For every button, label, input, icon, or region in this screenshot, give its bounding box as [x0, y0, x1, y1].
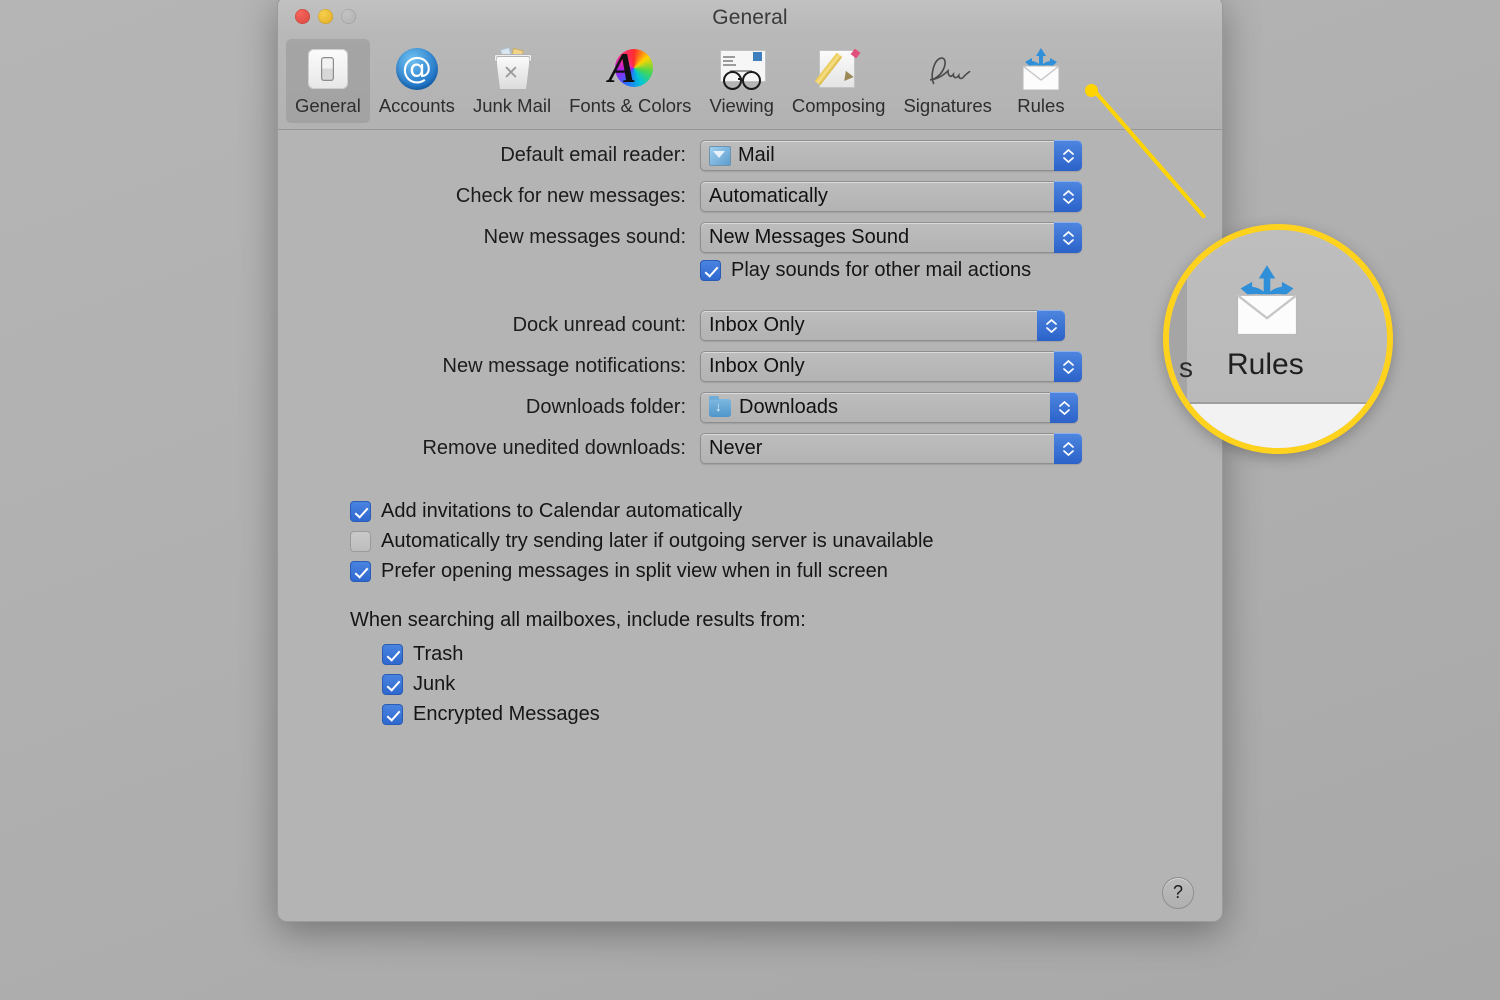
new-messages-sound-dropdown[interactable]: New Messages Sound: [700, 222, 1082, 253]
new-message-notifications-dropdown[interactable]: Inbox Only: [700, 351, 1082, 382]
setting-row-default-email-reader: Default email reader: Mail: [278, 140, 1222, 171]
label-downloads-folder: Downloads folder:: [525, 396, 686, 418]
magnified-rules-label: Rules: [1227, 348, 1304, 381]
options-group: Add invitations to Calendar automaticall…: [350, 500, 1222, 726]
rules-envelope-arrows-icon: [1014, 43, 1068, 95]
search-option-encrypted-row[interactable]: Encrypted Messages: [382, 703, 1222, 726]
dropdown-stepper-icon[interactable]: [1054, 222, 1082, 253]
mail-app-icon: [709, 145, 731, 166]
tab-fonts-colors-label: Fonts & Colors: [569, 95, 692, 116]
dropdown-stepper-icon[interactable]: [1054, 140, 1082, 171]
title-bar: General: [278, 0, 1222, 39]
remove-unedited-downloads-dropdown[interactable]: Never: [700, 433, 1082, 464]
play-sounds-label: Play sounds for other mail actions: [731, 259, 1032, 281]
option-add-invitations-row[interactable]: Add invitations to Calendar automaticall…: [350, 500, 1222, 523]
pencil-notepad-icon: [812, 43, 866, 95]
tab-rules-label: Rules: [1017, 95, 1065, 116]
setting-row-check-new-messages: Check for new messages: Automatically: [278, 181, 1222, 212]
signature-icon: [921, 43, 975, 95]
option-auto-send-later-row[interactable]: Automatically try sending later if outgo…: [350, 530, 1222, 553]
option-add-invitations-checkbox[interactable]: [350, 501, 371, 522]
tab-fonts-colors[interactable]: A Fonts & Colors: [560, 39, 700, 123]
dock-unread-count-dropdown[interactable]: Inbox Only: [700, 310, 1065, 341]
setting-row-downloads-folder: Downloads folder: Downloads: [278, 392, 1222, 423]
tab-junk-mail-label: Junk Mail: [472, 95, 552, 116]
label-new-messages-sound: New messages sound:: [483, 226, 686, 248]
preferences-toolbar: General @ Accounts ✕ Junk Mail A Fonts &…: [278, 39, 1222, 130]
label-check-new-messages: Check for new messages:: [455, 185, 686, 207]
general-preferences-pane: Default email reader: Mail Check for new…: [278, 130, 1222, 921]
option-split-view-row[interactable]: Prefer opening messages in split view wh…: [350, 560, 1222, 583]
search-options-group: Trash Junk Encrypted Messages: [382, 643, 1222, 726]
tab-accounts-label: Accounts: [378, 95, 455, 116]
play-sounds-checkbox-row[interactable]: Play sounds for other mail actions: [700, 259, 1222, 282]
search-option-trash-row[interactable]: Trash: [382, 643, 1222, 666]
tab-general[interactable]: General: [286, 39, 370, 123]
tab-composing[interactable]: Composing: [783, 39, 895, 123]
search-option-junk-checkbox[interactable]: [382, 674, 403, 695]
downloads-folder-value: Downloads: [739, 396, 838, 418]
new-messages-sound-value: New Messages Sound: [709, 226, 910, 248]
general-switch-icon: [301, 43, 355, 95]
search-option-junk-row[interactable]: Junk: [382, 673, 1222, 696]
search-section-label: When searching all mailboxes, include re…: [350, 609, 806, 631]
at-sign-icon: @: [390, 43, 444, 95]
option-split-view-checkbox[interactable]: [350, 561, 371, 582]
search-option-trash-label: Trash: [413, 643, 464, 665]
dock-unread-count-value: Inbox Only: [709, 314, 805, 336]
label-remove-unedited-downloads: Remove unedited downloads:: [422, 437, 686, 459]
tab-general-label: General: [295, 95, 361, 116]
default-email-reader-value: Mail: [738, 144, 775, 166]
play-sounds-checkbox[interactable]: [700, 260, 721, 281]
tab-viewing[interactable]: Viewing: [700, 39, 782, 123]
window-title: General: [712, 6, 788, 29]
magnified-partial-signatures-label: s: [1179, 352, 1193, 383]
tab-signatures[interactable]: Signatures: [894, 39, 1000, 123]
setting-row-new-message-notifications: New message notifications: Inbox Only: [278, 351, 1222, 382]
dropdown-stepper-icon[interactable]: [1050, 392, 1078, 423]
glasses-letter-icon: [715, 43, 769, 95]
dropdown-stepper-icon[interactable]: [1037, 310, 1065, 341]
rules-tab-magnifier-callout: s Rules: [1163, 224, 1393, 454]
setting-row-new-messages-sound: New messages sound: New Messages Sound: [278, 222, 1222, 253]
default-email-reader-dropdown[interactable]: Mail: [700, 140, 1082, 171]
help-button[interactable]: ?: [1162, 877, 1194, 909]
new-message-notifications-value: Inbox Only: [709, 355, 805, 377]
tab-composing-label: Composing: [791, 95, 886, 116]
font-color-wheel-icon: A: [603, 43, 657, 95]
tab-signatures-label: Signatures: [903, 95, 992, 116]
dropdown-stepper-icon[interactable]: [1054, 181, 1082, 212]
search-option-junk-label: Junk: [413, 673, 456, 695]
setting-row-dock-unread-count: Dock unread count: Inbox Only: [278, 310, 1222, 341]
option-auto-send-later-label: Automatically try sending later if outgo…: [381, 530, 934, 552]
remove-unedited-downloads-value: Never: [709, 437, 763, 459]
search-option-encrypted-checkbox[interactable]: [382, 704, 403, 725]
trash-can-icon: ✕: [485, 43, 539, 95]
search-option-encrypted-label: Encrypted Messages: [413, 703, 600, 725]
dropdown-stepper-icon[interactable]: [1054, 351, 1082, 382]
option-auto-send-later-checkbox[interactable]: [350, 531, 371, 552]
magnified-rules-envelope-arrows-icon: [1227, 262, 1307, 338]
option-split-view-label: Prefer opening messages in split view wh…: [381, 560, 888, 582]
downloads-folder-dropdown[interactable]: Downloads: [700, 392, 1078, 423]
label-dock-unread-count: Dock unread count:: [512, 314, 686, 336]
callout-anchor-dot: [1085, 84, 1098, 97]
tab-accounts[interactable]: @ Accounts: [370, 39, 464, 123]
mail-preferences-window: General General @ Accounts ✕ Junk Mail A…: [277, 0, 1223, 922]
dropdown-stepper-icon[interactable]: [1054, 433, 1082, 464]
tab-viewing-label: Viewing: [709, 95, 774, 116]
label-new-message-notifications: New message notifications:: [442, 355, 686, 377]
setting-row-remove-unedited-downloads: Remove unedited downloads: Never: [278, 433, 1222, 464]
check-new-messages-value: Automatically: [709, 185, 828, 207]
folder-download-icon: [709, 395, 731, 417]
label-default-email-reader: Default email reader:: [500, 144, 686, 166]
tab-junk-mail[interactable]: ✕ Junk Mail: [464, 39, 560, 123]
search-option-trash-checkbox[interactable]: [382, 644, 403, 665]
option-add-invitations-label: Add invitations to Calendar automaticall…: [381, 500, 743, 522]
tab-rules[interactable]: Rules: [1001, 39, 1081, 123]
check-new-messages-dropdown[interactable]: Automatically: [700, 181, 1082, 212]
